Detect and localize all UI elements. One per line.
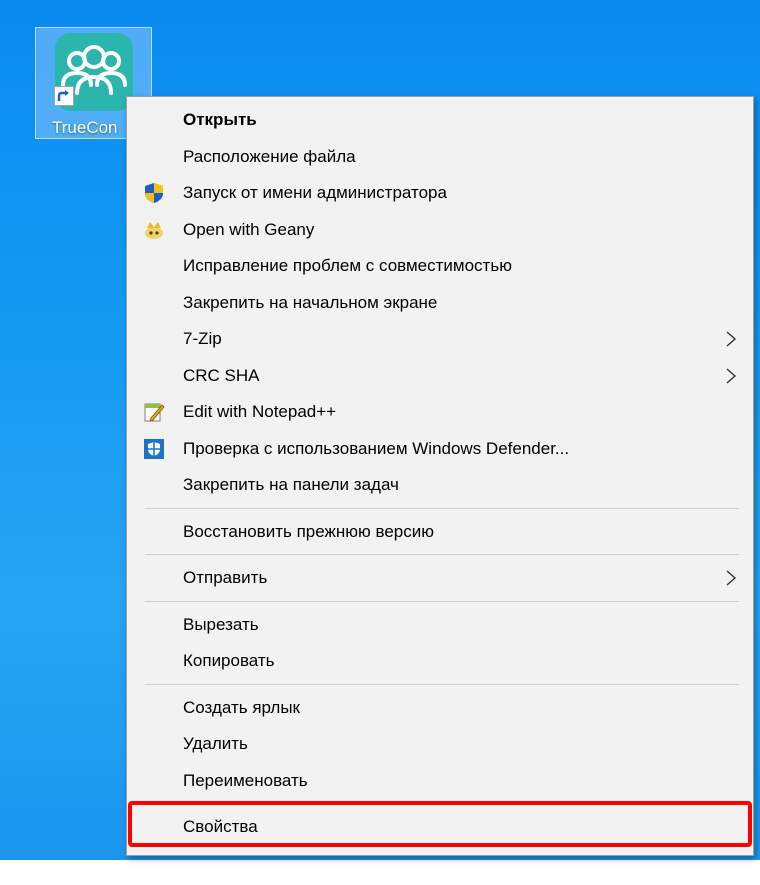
- menu-item-label: Исправление проблем с совместимостью: [183, 256, 512, 275]
- menu-item-label: Открыть: [183, 110, 257, 129]
- menu-item-0-7[interactable]: CRC SHA: [127, 358, 753, 394]
- menu-item-label: 7-Zip: [183, 329, 222, 348]
- menu-item-label: Расположение файла: [183, 146, 356, 166]
- menu-item-1-0[interactable]: Восстановить прежнюю версию: [127, 514, 753, 550]
- menu-item-label: Edit with Notepad++: [183, 402, 337, 421]
- menu-item-label: Закрепить на начальном экране: [183, 292, 438, 312]
- menu-item-0-0[interactable]: Открыть: [127, 102, 753, 138]
- menu-item-3-0[interactable]: Вырезать: [127, 607, 753, 643]
- menu-separator: [145, 507, 739, 509]
- notepadpp-icon: [143, 401, 165, 423]
- screen: TrueCon Открыть Расположение файла Запуск …: [0, 0, 760, 885]
- menu-item-0-3[interactable]: Open with Geany: [127, 212, 753, 248]
- menu-item-label: Удалить: [183, 734, 248, 753]
- chevron-right-icon: [725, 367, 737, 384]
- menu-item-0-2[interactable]: Запуск от имени администратора: [127, 175, 753, 211]
- menu-item-label: Создать ярлык: [183, 697, 300, 717]
- desktop-shortcut-label: TrueCon: [52, 118, 118, 137]
- menu-item-4-2[interactable]: Переименовать: [127, 763, 753, 799]
- menu-separator: [145, 600, 739, 602]
- context-menu: Открыть Расположение файла Запуск от имени…: [126, 96, 754, 856]
- menu-item-label: Восстановить прежнюю версию: [183, 521, 434, 541]
- menu-item-0-9[interactable]: Проверка с использованием Windows Defend…: [127, 431, 753, 467]
- menu-item-4-0[interactable]: Создать ярлык: [127, 690, 753, 726]
- menu-item-label: Копировать: [183, 651, 275, 670]
- menu-item-0-1[interactable]: Расположение файла: [127, 139, 753, 175]
- chevron-right-icon: [725, 331, 737, 347]
- menu-item-label: Закрепить на панели задач: [183, 475, 399, 494]
- menu-item-0-8[interactable]: Edit with Notepad++: [127, 394, 753, 430]
- menu-item-2-0[interactable]: Отправить: [127, 560, 753, 596]
- geany-icon: [143, 219, 165, 241]
- menu-item-label: Проверка с использованием Windows Defend…: [183, 438, 570, 458]
- shortcut-arrow-icon: [54, 86, 74, 106]
- menu-item-4-1[interactable]: Удалить: [127, 726, 753, 762]
- menu-item-label: CRC SHA: [183, 365, 260, 385]
- chevron-right-icon: [725, 570, 737, 586]
- uac-shield-icon: [143, 182, 165, 204]
- menu-item-0-10[interactable]: Закрепить на панели задач: [127, 467, 753, 503]
- menu-item-3-1[interactable]: Копировать: [127, 643, 753, 679]
- menu-item-label: Свойства: [183, 817, 258, 836]
- menu-item-label: Отправить: [183, 568, 268, 587]
- menu-item-5-0[interactable]: Свойства: [127, 809, 753, 845]
- windows-defender-icon: [143, 438, 165, 460]
- menu-item-0-5[interactable]: Закрепить на начальном экране: [127, 285, 753, 321]
- menu-item-label: Переименовать: [183, 770, 308, 790]
- menu-item-label: Вырезать: [183, 614, 259, 634]
- menu-item-0-4[interactable]: Исправление проблем с совместимостью: [127, 248, 753, 284]
- menu-separator: [145, 803, 739, 804]
- menu-item-label: Open with Geany: [183, 219, 315, 239]
- menu-separator: [145, 554, 739, 555]
- menu-item-0-6[interactable]: 7-Zip: [127, 321, 753, 357]
- menu-separator: [145, 683, 739, 685]
- menu-item-label: Запуск от имени администратора: [183, 183, 447, 202]
